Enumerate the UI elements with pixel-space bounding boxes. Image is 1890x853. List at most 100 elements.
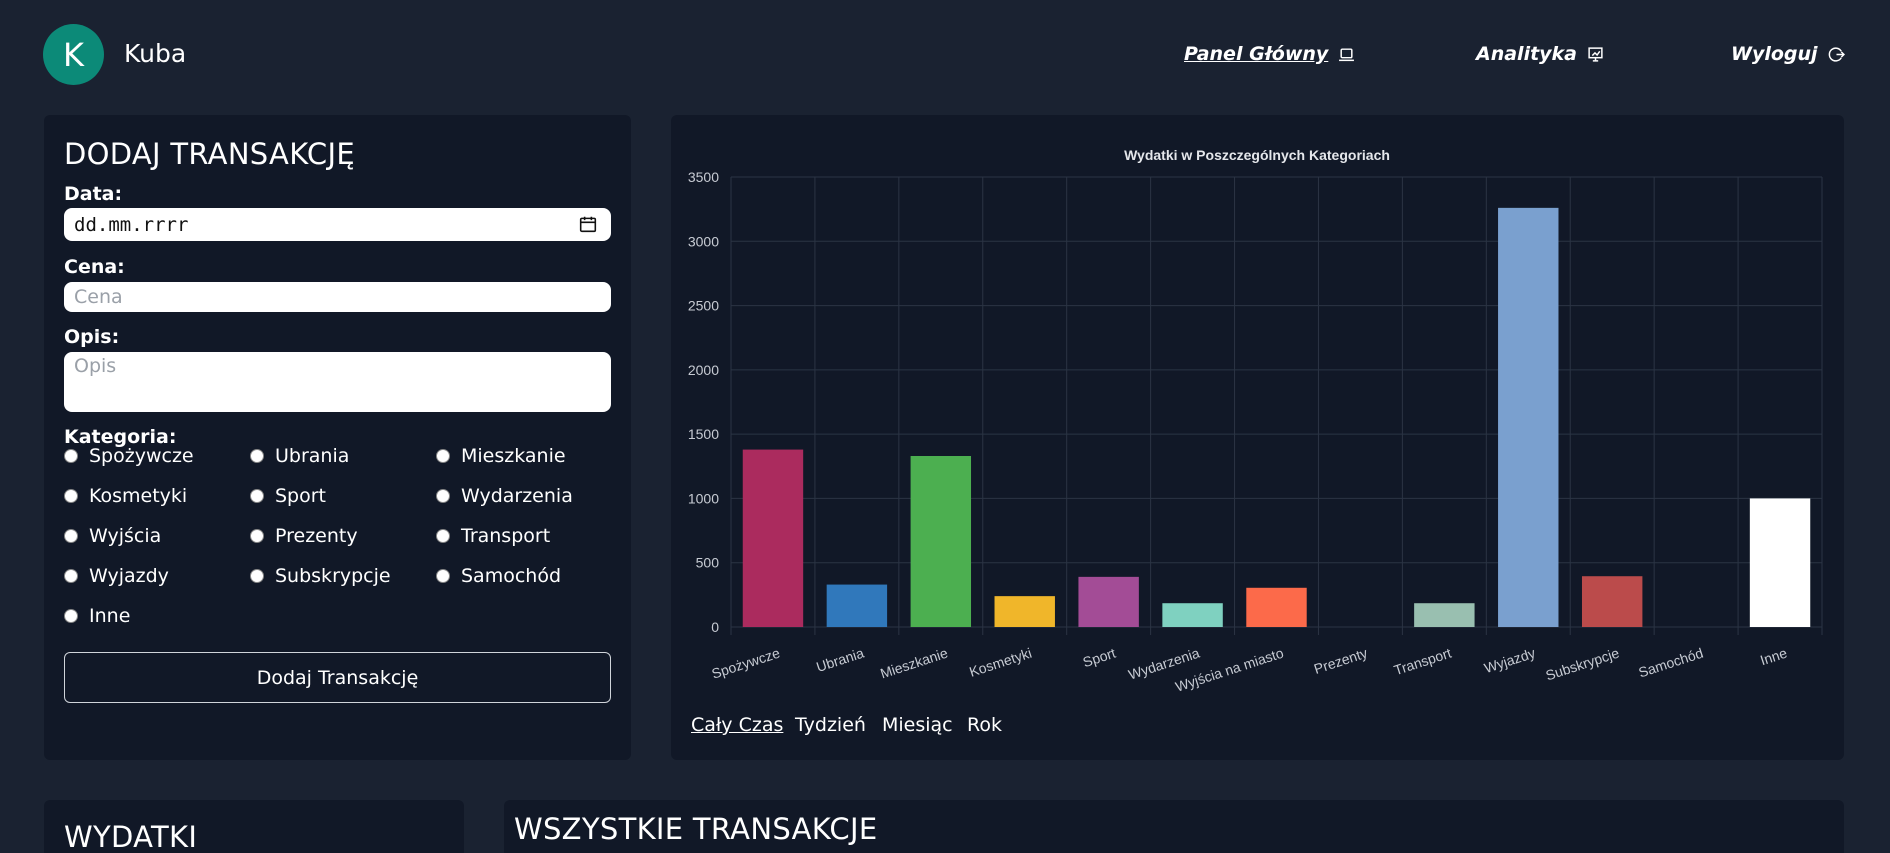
y-tick-label: 3500: [688, 169, 719, 185]
laptop-icon: [1339, 47, 1355, 61]
category-radio[interactable]: Inne: [64, 605, 130, 627]
category-radio[interactable]: Mieszkanie: [436, 445, 566, 467]
nav-analytics-label: Analityka: [1476, 43, 1578, 65]
radio-circle[interactable]: [250, 449, 264, 463]
period-month[interactable]: Miesiąc: [882, 714, 953, 736]
x-tick-label: Kosmetyki: [967, 645, 1033, 680]
logout-icon: [1828, 46, 1845, 62]
radio-circle[interactable]: [64, 449, 78, 463]
radio-circle[interactable]: [436, 569, 450, 583]
price-input[interactable]: Cena: [64, 282, 611, 312]
avatar[interactable]: K: [43, 24, 104, 85]
add-transaction-button-label: Dodaj Transakcję: [256, 666, 419, 689]
category-radio[interactable]: Transport: [436, 525, 550, 547]
add-transaction-button[interactable]: Dodaj Transakcję: [64, 652, 611, 703]
nav-analytics[interactable]: Analityka: [1476, 43, 1604, 65]
radio-circle[interactable]: [64, 569, 78, 583]
radio-circle[interactable]: [64, 529, 78, 543]
category-radio-label: Kosmetyki: [89, 485, 188, 507]
category-radio[interactable]: Prezenty: [250, 525, 358, 547]
category-radio[interactable]: Ubrania: [250, 445, 349, 467]
x-tick-label: Subskrypcje: [1544, 645, 1622, 684]
category-radio-label: Wyjścia: [89, 525, 162, 547]
category-radio[interactable]: Kosmetyki: [64, 485, 187, 507]
y-tick-label: 500: [696, 555, 720, 571]
radio-circle[interactable]: [250, 529, 264, 543]
category-radio[interactable]: Wyjścia: [64, 525, 161, 547]
date-label: Data:: [64, 183, 123, 205]
y-tick-label: 1500: [688, 426, 719, 442]
nav-dashboard-label: Panel Główny: [1184, 43, 1329, 65]
radio-circle[interactable]: [64, 609, 78, 623]
bar: [910, 456, 972, 627]
bar: [1162, 603, 1223, 627]
price-label: Cena:: [64, 256, 125, 278]
chart-title: Wydatki w Poszczególnych Kategoriach: [1124, 147, 1390, 163]
x-tick-label: Wyjazdy: [1482, 645, 1537, 677]
x-tick-label: Mieszkanie: [878, 645, 950, 682]
expenses-title: WYDATKI: [64, 820, 198, 853]
category-radio[interactable]: Spożywcze: [64, 445, 194, 467]
x-tick-label: Prezenty: [1312, 645, 1369, 677]
presentation-chart-icon: [1588, 46, 1603, 62]
x-tick-label: Transport: [1392, 645, 1454, 679]
category-radio[interactable]: Wydarzenia: [436, 485, 573, 507]
radio-circle[interactable]: [436, 449, 450, 463]
description-input[interactable]: Opis: [64, 352, 611, 412]
date-value: dd.mm.rrrr: [74, 213, 189, 236]
x-tick-label: Sport: [1081, 645, 1118, 671]
category-radio-label: Ubrania: [275, 445, 350, 467]
category-radio-label: Wydarzenia: [461, 485, 573, 507]
radio-circle[interactable]: [436, 529, 450, 543]
category-radio[interactable]: Sport: [250, 485, 326, 507]
top-bar: K Kuba Panel Główny Analityka Wyloguj: [0, 0, 1890, 110]
username: Kuba: [124, 39, 187, 68]
calendar-icon[interactable]: [579, 215, 597, 233]
radio-circle[interactable]: [250, 569, 264, 583]
all-transactions-title: WSZYSTKIE TRANSAKCJE: [514, 812, 878, 846]
expenses-card: WYDATKI: [44, 800, 464, 853]
add-transaction-card: DODAJ TRANSAKCJĘ Data: dd.mm.rrrr Cena: …: [44, 115, 631, 760]
period-week[interactable]: Tydzień: [795, 714, 866, 736]
category-radio-label: Transport: [461, 525, 551, 547]
category-radio-label: Prezenty: [275, 525, 358, 547]
avatar-initial: K: [63, 35, 84, 74]
description-label: Opis:: [64, 326, 120, 348]
radio-circle[interactable]: [436, 489, 450, 503]
x-tick-label: Samochód: [1636, 645, 1705, 681]
bar: [1078, 576, 1139, 627]
all-transactions-card: WSZYSTKIE TRANSAKCJE: [504, 800, 1844, 853]
period-year[interactable]: Rok: [967, 714, 1002, 736]
bar: [1498, 207, 1559, 627]
category-radio-label: Subskrypcje: [275, 565, 391, 587]
x-tick-label: Ubrania: [814, 645, 866, 675]
x-tick-label: Spożywcze: [710, 645, 782, 682]
period-all-time[interactable]: Cały Czas: [691, 714, 783, 736]
radio-circle[interactable]: [64, 489, 78, 503]
price-placeholder: Cena: [74, 286, 123, 308]
category-radio-label: Wyjazdy: [89, 565, 169, 587]
bar: [826, 584, 888, 627]
radio-circle[interactable]: [250, 489, 264, 503]
chart-card: 0 500 1000 1500 2000 2500 3000 3500 Spożywcze Ubr…: [671, 115, 1844, 760]
y-tick-label: 1000: [688, 490, 719, 506]
x-tick-label: Inne: [1758, 645, 1789, 669]
bar: [1246, 587, 1307, 627]
expenses-bar-chart: 0 500 1000 1500 2000 2500 3000 3500 Spożywcze Ubr…: [688, 147, 1823, 695]
nav-logout-label: Wyloguj: [1731, 43, 1818, 65]
category-radio[interactable]: Wyjazdy: [64, 565, 169, 587]
y-tick-label: 3000: [688, 233, 719, 249]
nav-logout[interactable]: Wyloguj: [1731, 43, 1845, 65]
bar: [1749, 498, 1811, 627]
description-placeholder: Opis: [74, 355, 117, 377]
category-radio[interactable]: Subskrypcje: [250, 565, 391, 587]
category-radio-label: Spożywcze: [89, 445, 194, 467]
bar: [742, 449, 804, 627]
category-radio-label: Sport: [275, 485, 327, 507]
bar: [1414, 603, 1475, 627]
nav-dashboard[interactable]: Panel Główny: [1184, 43, 1355, 65]
bar: [994, 596, 1055, 627]
category-radio-label: Mieszkanie: [461, 445, 566, 467]
category-radio[interactable]: Samochód: [436, 565, 561, 587]
date-input[interactable]: dd.mm.rrrr: [64, 208, 611, 241]
